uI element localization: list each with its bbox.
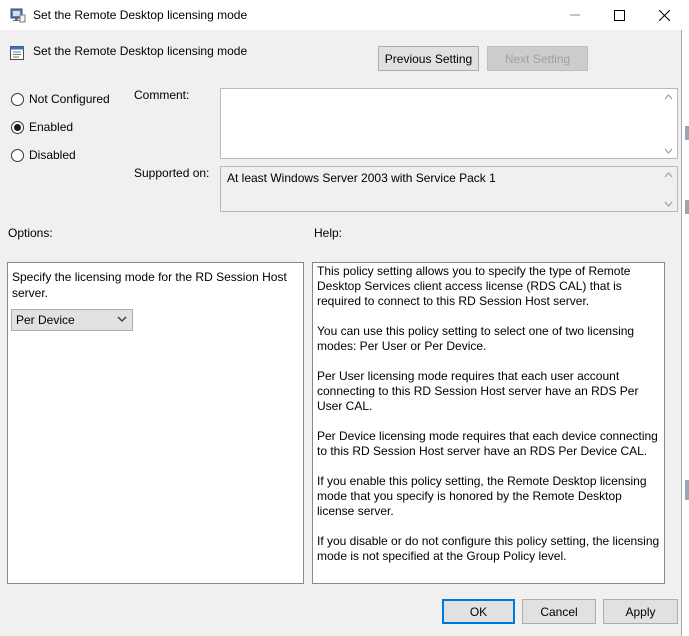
comment-label: Comment: bbox=[134, 88, 190, 102]
ok-button[interactable]: OK bbox=[442, 599, 515, 624]
close-icon bbox=[658, 9, 670, 21]
supported-on-label: Supported on: bbox=[134, 166, 210, 180]
help-paragraph: This policy setting allows you to specif… bbox=[317, 264, 631, 308]
minimize-icon bbox=[570, 14, 580, 16]
scroll-up-icon[interactable] bbox=[664, 92, 673, 101]
next-setting-button[interactable]: Next Setting bbox=[487, 46, 588, 71]
background-window-edge bbox=[682, 0, 689, 636]
policy-document-icon bbox=[10, 46, 24, 60]
apply-button[interactable]: Apply bbox=[603, 599, 678, 624]
previous-setting-button[interactable]: Previous Setting bbox=[378, 46, 479, 71]
scroll-down-icon[interactable] bbox=[664, 199, 673, 208]
policy-setting-icon bbox=[10, 8, 26, 23]
help-panel: This policy setting allows you to specif… bbox=[312, 262, 665, 584]
supported-on-field: At least Windows Server 2003 with Servic… bbox=[220, 166, 678, 212]
help-paragraph: You can use this policy setting to selec… bbox=[317, 324, 635, 353]
background-edge-mark bbox=[685, 126, 689, 140]
supported-scrollbar[interactable] bbox=[660, 167, 677, 211]
radio-label: Not Configured bbox=[29, 92, 110, 106]
background-edge-mark bbox=[685, 480, 689, 500]
radio-circle[interactable] bbox=[11, 148, 24, 162]
minimize-button[interactable] bbox=[552, 0, 598, 30]
chevron-down-icon bbox=[117, 316, 127, 322]
title-bar[interactable]: Set the Remote Desktop licensing mode bbox=[0, 0, 682, 30]
window-title: Set the Remote Desktop licensing mode bbox=[33, 8, 248, 22]
licensing-mode-dropdown[interactable]: Per Device bbox=[11, 309, 133, 331]
comment-textarea[interactable] bbox=[220, 88, 678, 159]
radio-disabled[interactable]: Disabled bbox=[11, 148, 76, 162]
policy-dialog: Set the Remote Desktop licensing mode Se… bbox=[0, 0, 682, 636]
supported-on-value: At least Windows Server 2003 with Servic… bbox=[227, 171, 496, 185]
radio-not-configured[interactable]: Not Configured bbox=[11, 92, 110, 106]
maximize-button[interactable] bbox=[596, 0, 642, 30]
background-edge-mark bbox=[685, 200, 689, 214]
comment-value bbox=[221, 89, 677, 95]
radio-label: Disabled bbox=[29, 148, 76, 162]
radio-circle[interactable] bbox=[11, 92, 24, 106]
options-description: Specify the licensing mode for the RD Se… bbox=[12, 270, 287, 300]
help-paragraph: Per Device licensing mode requires that … bbox=[317, 429, 658, 458]
options-label: Options: bbox=[8, 226, 53, 240]
maximize-icon bbox=[613, 9, 625, 21]
scroll-down-icon[interactable] bbox=[664, 146, 673, 155]
help-label: Help: bbox=[314, 226, 343, 240]
close-button[interactable] bbox=[641, 0, 687, 30]
options-panel: Specify the licensing mode for the RD Se… bbox=[7, 262, 304, 584]
help-paragraph: Per User licensing mode requires that ea… bbox=[317, 369, 639, 413]
radio-circle-checked[interactable] bbox=[11, 120, 24, 134]
help-text: This policy setting allows you to specif… bbox=[317, 264, 661, 579]
radio-label: Enabled bbox=[29, 120, 74, 134]
cancel-button[interactable]: Cancel bbox=[522, 599, 596, 624]
help-paragraph: If you enable this policy setting, the R… bbox=[317, 474, 647, 518]
setting-title: Set the Remote Desktop licensing mode bbox=[33, 44, 248, 58]
comment-scrollbar[interactable] bbox=[660, 89, 677, 158]
scroll-up-icon[interactable] bbox=[664, 170, 673, 179]
licensing-mode-value: Per Device bbox=[16, 313, 75, 327]
help-paragraph: If you disable or do not configure this … bbox=[317, 534, 660, 563]
radio-enabled[interactable]: Enabled bbox=[11, 120, 73, 134]
